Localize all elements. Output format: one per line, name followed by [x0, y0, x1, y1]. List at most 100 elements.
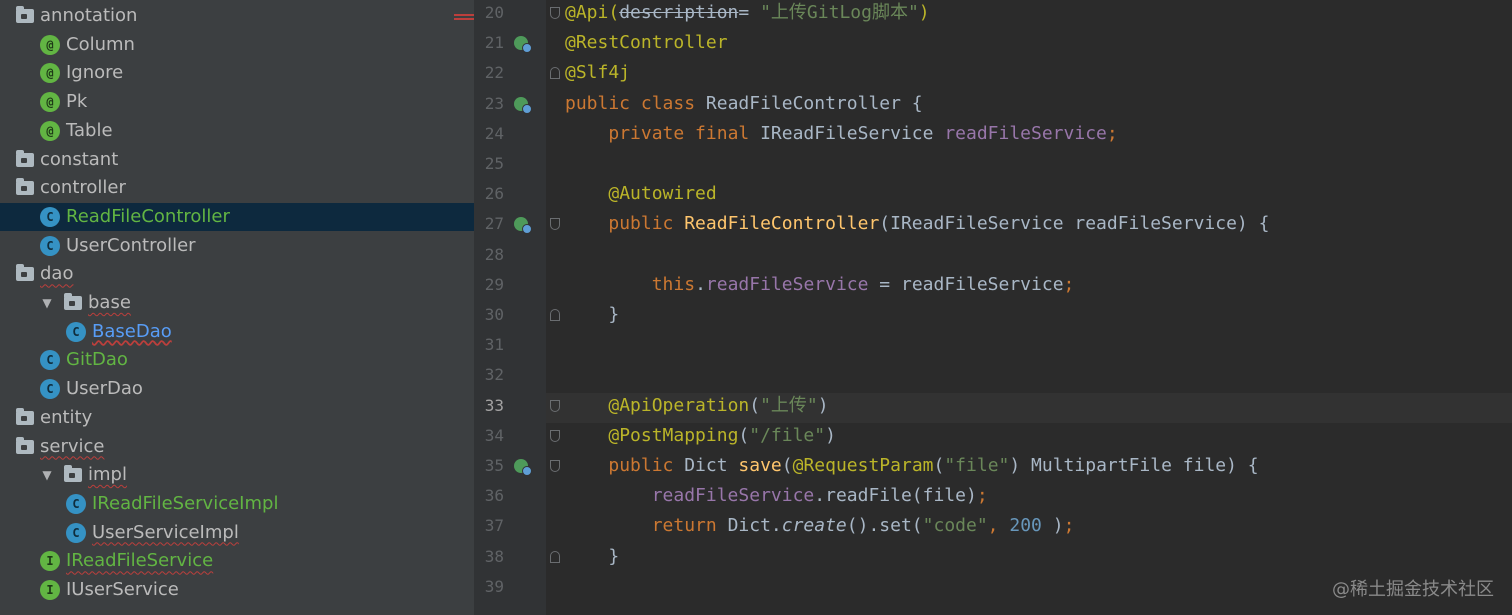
- gutter-line[interactable]: 24: [474, 121, 546, 151]
- line-number: 24: [484, 123, 504, 143]
- tree-row-constant[interactable]: constant: [0, 146, 474, 174]
- fold-marker-icon[interactable]: [550, 67, 560, 80]
- tree-row-readfilecontroller[interactable]: C ReadFileController: [0, 202, 474, 231]
- code-line[interactable]: @PostMapping("/file"): [565, 423, 836, 453]
- gutter-line[interactable]: 25: [474, 151, 546, 181]
- code-line[interactable]: this.readFileService = readFileService;: [565, 272, 1075, 302]
- tree-item-label: IReadFileService: [66, 550, 214, 572]
- gutter-line[interactable]: 35: [474, 453, 560, 483]
- bean-icon[interactable]: [514, 36, 532, 54]
- expand-arrow-icon[interactable]: ▼: [40, 289, 54, 317]
- line-number: 34: [484, 425, 504, 445]
- line-number: 37: [484, 516, 504, 536]
- code-line[interactable]: }: [565, 544, 619, 574]
- folder-icon: [16, 264, 34, 282]
- tree-row-column[interactable]: @ Column: [0, 31, 474, 59]
- tree-row-dao[interactable]: dao: [0, 260, 474, 288]
- gutter-line[interactable]: 33: [474, 393, 560, 423]
- fold-marker-icon[interactable]: [550, 429, 560, 442]
- bean-icon[interactable]: [514, 96, 532, 114]
- code-token: =: [738, 2, 761, 23]
- code-token: "code": [922, 515, 988, 537]
- gutter-line[interactable]: 28: [474, 242, 546, 272]
- fold-marker-icon[interactable]: [550, 460, 560, 472]
- class-icon: C: [66, 493, 86, 514]
- error-stripe-marker[interactable]: [454, 14, 474, 20]
- tree-row-gitdao[interactable]: C GitDao: [0, 346, 474, 374]
- code-token: IReadFileService: [760, 122, 945, 144]
- code-line[interactable]: public ReadFileController(IReadFileServi…: [565, 211, 1269, 241]
- gutter-line[interactable]: 31: [474, 332, 546, 362]
- code-line[interactable]: public Dict save(@RequestParam("file") M…: [565, 453, 1258, 483]
- gutter-line[interactable]: 26: [474, 181, 546, 211]
- expand-arrow-icon[interactable]: ▼: [40, 461, 54, 489]
- code-line[interactable]: private final IReadFileService readFileS…: [565, 121, 1117, 151]
- tree-row-entity[interactable]: entity: [0, 404, 474, 432]
- tree-row-base[interactable]: ▼ base: [0, 289, 474, 317]
- tree-row-iuserservice[interactable]: I IUserService: [0, 576, 474, 604]
- tree-row-usercontroller[interactable]: C UserController: [0, 232, 474, 260]
- code-token: @RequestParam: [792, 455, 934, 476]
- gutter-line[interactable]: 36: [474, 483, 546, 513]
- code-line[interactable]: @ApiOperation("上传"): [565, 393, 828, 423]
- gutter-line[interactable]: 30: [474, 302, 560, 332]
- gutter-line[interactable]: 27: [474, 211, 560, 241]
- gutter-line[interactable]: 39: [474, 574, 546, 604]
- fold-marker-icon[interactable]: [550, 399, 560, 412]
- gutter-line[interactable]: 37: [474, 513, 546, 543]
- line-number: 36: [484, 486, 504, 506]
- tree-row-annotation[interactable]: annotation: [0, 2, 474, 30]
- tree-row-userdao[interactable]: C UserDao: [0, 375, 474, 403]
- line-number: 39: [484, 576, 504, 596]
- code-line[interactable]: }: [565, 302, 619, 332]
- code-line[interactable]: return Dict.create().set("code", 200 );: [565, 513, 1075, 543]
- tree-item-label: annotation: [40, 5, 138, 26]
- tree-row-ireadfileservice[interactable]: I IReadFileService: [0, 547, 474, 575]
- code-token: ReadFileController: [684, 213, 880, 235]
- tree-row-pk[interactable]: @ Pk: [0, 88, 474, 116]
- watermark: @稀土掘金技术社区: [1332, 579, 1494, 600]
- gutter-line[interactable]: 21: [474, 30, 546, 60]
- code-token: .: [695, 273, 706, 295]
- line-number: 38: [484, 546, 504, 566]
- code-token: public: [608, 455, 685, 476]
- gutter-line[interactable]: 22: [474, 60, 560, 90]
- tree-row-basedao[interactable]: C BaseDao: [0, 318, 474, 346]
- tree-row-impl[interactable]: ▼ impl: [0, 461, 474, 489]
- code-token: @ApiOperation: [608, 394, 750, 416]
- code-token: "上传": [760, 394, 818, 416]
- code-line[interactable]: public class ReadFileController {: [565, 91, 923, 121]
- tree-row-table[interactable]: @ Table: [0, 117, 474, 145]
- code-line[interactable]: @Slf4j: [565, 60, 630, 90]
- tree-row-ignore[interactable]: @ Ignore: [0, 59, 474, 87]
- fold-marker-icon[interactable]: [550, 550, 560, 563]
- code-token: description: [619, 2, 739, 23]
- code-token: = readFileService: [868, 273, 1064, 295]
- bean-icon[interactable]: [514, 459, 532, 476]
- code-line[interactable]: @Autowired: [565, 181, 716, 211]
- tree-row-controller[interactable]: controller: [0, 174, 474, 202]
- gutter-line[interactable]: 32: [474, 362, 546, 392]
- fold-marker-icon[interactable]: [550, 309, 560, 321]
- tree-item-label: Table: [66, 119, 113, 141]
- tree-row-userserviceimpl[interactable]: C UserServiceImpl: [0, 519, 474, 547]
- tree-row-service[interactable]: service: [0, 433, 474, 461]
- line-number: 25: [484, 154, 504, 173]
- gutter-line[interactable]: 29: [474, 272, 546, 302]
- gutter-line[interactable]: 23: [474, 91, 546, 121]
- fold-marker-icon[interactable]: [550, 7, 560, 19]
- line-number: 28: [484, 244, 504, 264]
- gutter-line[interactable]: 20: [474, 0, 560, 30]
- gutter-line[interactable]: 34: [474, 423, 560, 453]
- tree-item-label: ReadFileController: [66, 205, 230, 227]
- code-line[interactable]: readFileService.readFile(file);: [565, 483, 988, 513]
- tree-row-ireadfileserviceimpl[interactable]: C IReadFileServiceImpl: [0, 490, 474, 518]
- bean-icon[interactable]: [514, 217, 532, 235]
- code-line[interactable]: @RestController: [565, 30, 728, 60]
- tree-item-label: Pk: [66, 91, 88, 113]
- gutter-line[interactable]: 38: [474, 544, 560, 574]
- code-line[interactable]: @Api(description= "上传GitLog脚本"): [565, 0, 930, 30]
- folder-icon: [16, 149, 34, 167]
- annotation-icon: @: [40, 34, 60, 55]
